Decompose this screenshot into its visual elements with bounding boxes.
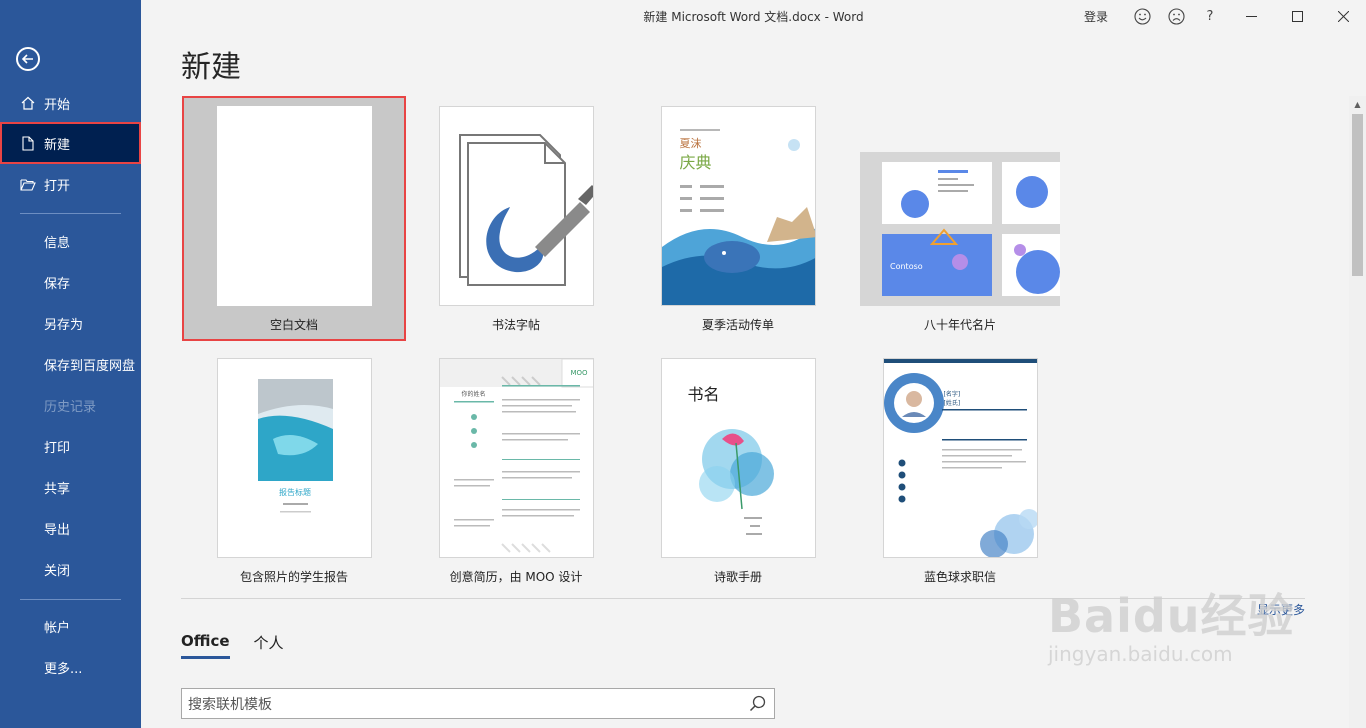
title-bar: 新建 Microsoft Word 文档.docx - Word 登录 ? xyxy=(141,0,1366,32)
template-label: 诗歌手册 xyxy=(713,570,762,584)
template-label: 夏季活动传单 xyxy=(701,318,774,332)
template-thumbnail xyxy=(216,106,372,306)
template-thumbnail: [名字] [姓氏] xyxy=(882,358,1038,558)
sidebar-item-save-to-baidu[interactable]: 保存到百度网盘 xyxy=(0,343,141,385)
minimize-button[interactable] xyxy=(1228,0,1274,32)
sidebar-item-label: 帐户 xyxy=(44,620,71,636)
template-student-report[interactable]: 报告标题 包含照片的学生报告 xyxy=(184,358,404,585)
sidebar-item-label: 另存为 xyxy=(44,317,84,333)
signin-link[interactable]: 登录 xyxy=(1084,8,1108,25)
smile-feedback-icon[interactable] xyxy=(1126,0,1158,32)
sidebar-divider xyxy=(20,599,121,600)
page-title: 新建 xyxy=(181,50,241,85)
sidebar-item-label: 共享 xyxy=(44,481,71,497)
sidebar-item-label: 更多... xyxy=(44,661,83,677)
template-tabs: Office 个人 xyxy=(181,632,308,659)
sidebar-item-share[interactable]: 共享 xyxy=(0,466,141,508)
template-label: 蓝色球求职信 xyxy=(923,570,996,584)
sidebar-item-home[interactable]: 开始 xyxy=(0,82,141,124)
template-label: 空白文档 xyxy=(269,318,318,332)
sidebar-item-history: 历史记录 xyxy=(0,384,141,426)
search-icon[interactable] xyxy=(749,695,766,716)
search-input[interactable]: 搜索联机模板 xyxy=(181,688,775,719)
sidebar-divider xyxy=(20,213,121,214)
thumb-name: 你的姓名 xyxy=(461,391,486,398)
baidu-watermark: Baidu经验 jingyan.baidu.com xyxy=(1048,580,1295,666)
template-thumbnail: MOO 你的姓名 xyxy=(438,358,594,558)
sidebar-item-label: 打印 xyxy=(44,440,71,456)
template-label: 八十年代名片 xyxy=(923,318,996,332)
template-thumbnail: 书名 xyxy=(660,358,816,558)
flower-illustration xyxy=(698,429,774,535)
thumb-title: 报告标题 xyxy=(279,488,311,497)
whale-illustration xyxy=(661,129,815,305)
sidebar-item-more[interactable]: 更多... xyxy=(0,646,141,688)
calligraphy-brush-icon xyxy=(458,134,593,286)
sidebar-item-label: 信息 xyxy=(44,235,71,251)
tab-personal[interactable]: 个人 xyxy=(254,632,284,659)
new-document-icon xyxy=(20,135,36,151)
template-80s-business-card[interactable]: Contoso 八十年代名片 xyxy=(850,152,1070,333)
close-window-button[interactable] xyxy=(1320,0,1366,32)
template-summer-flyer[interactable]: 夏沫 庆典 夏季活动传单 xyxy=(628,106,848,333)
watermark-logo-text: Baidu经验 xyxy=(1048,589,1295,643)
thumb-name: [名字] xyxy=(943,391,961,398)
scroll-thumb[interactable] xyxy=(1352,114,1363,276)
sidebar-item-label: 历史记录 xyxy=(44,399,97,415)
tab-office[interactable]: Office xyxy=(181,632,230,659)
maximize-button[interactable] xyxy=(1274,0,1320,32)
watermark-url: jingyan.baidu.com xyxy=(1048,642,1233,666)
sidebar-item-export[interactable]: 导出 xyxy=(0,507,141,549)
sidebar-item-print[interactable]: 打印 xyxy=(0,425,141,467)
template-calligraphy[interactable]: 书法字帖 xyxy=(406,106,626,333)
thumb-text: Contoso xyxy=(890,262,923,271)
glacier-photo xyxy=(257,379,333,513)
template-label: 包含照片的学生报告 xyxy=(239,570,348,584)
sidebar-item-new[interactable]: 新建 xyxy=(0,122,141,164)
sidebar-item-label: 打开 xyxy=(44,178,71,194)
sidebar-item-account[interactable]: 帐户 xyxy=(0,605,141,647)
sidebar-item-label: 关闭 xyxy=(44,563,71,579)
template-moo-resume[interactable]: MOO 你的姓名 创意简历，由 MOO 设计 xyxy=(406,358,626,585)
scroll-up-arrow-icon[interactable]: ▲ xyxy=(1349,96,1366,113)
template-thumbnail: 报告标题 xyxy=(216,358,372,558)
help-icon[interactable]: ? xyxy=(1194,0,1226,32)
sidebar-item-info[interactable]: 信息 xyxy=(0,220,141,262)
frown-feedback-icon[interactable] xyxy=(1160,0,1192,32)
sidebar-item-label: 新建 xyxy=(44,137,71,153)
template-blank-document[interactable]: 空白文档 xyxy=(182,96,406,341)
search-placeholder: 搜索联机模板 xyxy=(188,696,272,713)
template-thumbnail: 夏沫 庆典 xyxy=(660,106,816,306)
sidebar-item-close[interactable]: 关闭 xyxy=(0,548,141,590)
template-poetry-booklet[interactable]: 书名 诗歌手册 xyxy=(628,358,848,585)
back-arrow-icon[interactable] xyxy=(16,47,40,71)
backstage-sidebar: 开始 新建 打开 信息 保存 另存为 保存到百度网盘 历史记录 打印 共享 导出… xyxy=(0,0,141,728)
template-label: 书法字帖 xyxy=(491,318,540,332)
sidebar-item-save[interactable]: 保存 xyxy=(0,261,141,303)
sidebar-item-label: 开始 xyxy=(44,97,71,113)
sidebar-item-save-as[interactable]: 另存为 xyxy=(0,302,141,344)
open-folder-icon xyxy=(20,176,36,192)
thumb-badge: MOO xyxy=(570,369,588,377)
sidebar-item-label: 导出 xyxy=(44,522,71,538)
sidebar-item-label: 保存 xyxy=(44,276,71,292)
vertical-scrollbar[interactable]: ▲ xyxy=(1349,96,1366,728)
sidebar-item-label: 保存到百度网盘 xyxy=(44,358,136,374)
home-icon xyxy=(20,95,36,111)
template-thumbnail xyxy=(438,106,594,306)
thumb-surname: [姓氏] xyxy=(943,400,961,407)
template-label: 创意简历，由 MOO 设计 xyxy=(449,570,583,584)
template-blue-sphere-cover-letter[interactable]: [名字] [姓氏] 蓝色球求职信 xyxy=(850,358,1070,585)
template-thumbnail: Contoso xyxy=(860,152,1060,306)
sidebar-item-open[interactable]: 打开 xyxy=(0,163,141,205)
